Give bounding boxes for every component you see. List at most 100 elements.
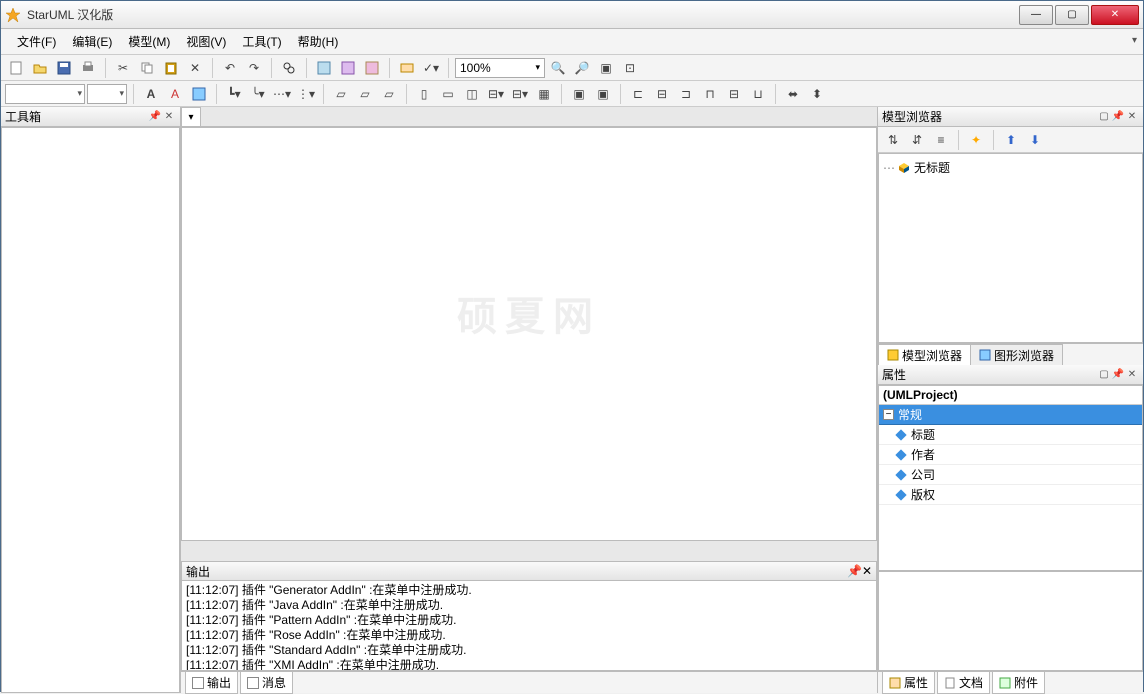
verify-button[interactable]: ✓▾ [420, 57, 442, 79]
diagram2-button[interactable] [337, 57, 359, 79]
output-close-icon[interactable]: ✕ [862, 564, 872, 578]
sort3-button[interactable]: ≡ [930, 129, 952, 151]
align-top-button[interactable]: ⊓ [699, 83, 721, 105]
print-button[interactable] [77, 57, 99, 79]
menu-view[interactable]: 视图(V) [178, 29, 234, 54]
line-style2-button[interactable]: ╰▾ [247, 83, 269, 105]
sort2-button[interactable]: ⇵ [906, 129, 928, 151]
tab-selector-icon[interactable]: ▾ [181, 107, 201, 127]
props-pin-icon[interactable]: 📌 [1111, 368, 1125, 382]
props-close-icon[interactable]: ✕ [1125, 368, 1139, 382]
visibility-combo[interactable]: ▾ [87, 84, 127, 104]
align-right-button[interactable]: ⊐ [675, 83, 697, 105]
tree-root-label: 无标题 [914, 159, 950, 176]
line-style3-button[interactable]: ⋯▾ [271, 83, 293, 105]
new-button[interactable] [5, 57, 27, 79]
diagram3-button[interactable] [361, 57, 383, 79]
toolbox-close-icon[interactable]: ✕ [162, 110, 176, 124]
minimize-button[interactable]: — [1019, 5, 1053, 25]
collapse-icon[interactable]: − [883, 409, 894, 420]
close-button[interactable]: ✕ [1091, 5, 1139, 25]
browser-maximize-icon[interactable]: ▢ [1097, 110, 1111, 124]
tab-model-browser[interactable]: 模型浏览器 [878, 344, 971, 365]
tab-docs[interactable]: 文档 [937, 671, 990, 694]
model-button[interactable] [396, 57, 418, 79]
group2-button[interactable]: ▣ [592, 83, 614, 105]
delete-button[interactable]: ✕ [184, 57, 206, 79]
dist-h-button[interactable]: ⬌ [782, 83, 804, 105]
prop-row-company[interactable]: 公司 [879, 465, 1142, 485]
cut-button[interactable]: ✂ [112, 57, 134, 79]
right-panel: 模型浏览器 ▢ 📌 ✕ ⇅ ⇵ ≡ ✦ ⬆ ⬇ ⋯ 无标题 模型浏览器 图形浏览… [877, 107, 1143, 693]
layout1-button[interactable]: ▯ [413, 83, 435, 105]
diagram-canvas[interactable]: 硕夏网 [181, 127, 877, 541]
dist-v-button[interactable]: ⬍ [806, 83, 828, 105]
browser-title: 模型浏览器 [882, 108, 1097, 125]
layout3-button[interactable]: ◫ [461, 83, 483, 105]
line-style4-button[interactable]: ⋮▾ [295, 83, 317, 105]
align-middle-button[interactable]: ⊟ [723, 83, 745, 105]
show1-button[interactable]: ▱ [330, 83, 352, 105]
stereotype-combo[interactable]: ▾ [5, 84, 85, 104]
toolbox-pin-icon[interactable]: 📌 [148, 110, 162, 124]
tab-messages[interactable]: 消息 [240, 671, 293, 694]
prop-row-title[interactable]: 标题 [879, 425, 1142, 445]
line-style1-button[interactable]: ┗▾ [223, 83, 245, 105]
props-grid[interactable]: (UMLProject) − 常规 标题 作者 公司 版权 [878, 385, 1143, 571]
show3-button[interactable]: ▱ [378, 83, 400, 105]
prop-row-copyright[interactable]: 版权 [879, 485, 1142, 505]
show2-button[interactable]: ▱ [354, 83, 376, 105]
menu-help[interactable]: 帮助(H) [290, 29, 347, 54]
align-left-button[interactable]: ⊏ [627, 83, 649, 105]
zoom-out-button[interactable]: 🔎 [571, 57, 593, 79]
props-type: (UMLProject) [879, 386, 1142, 405]
browser-close-icon[interactable]: ✕ [1125, 110, 1139, 124]
save-button[interactable] [53, 57, 75, 79]
layout4-button[interactable]: ⊟▾ [485, 83, 507, 105]
paste-button[interactable] [160, 57, 182, 79]
props-category[interactable]: − 常规 [879, 405, 1142, 425]
filter-button[interactable]: ✦ [965, 129, 987, 151]
browser-pin-icon[interactable]: 📌 [1111, 110, 1125, 124]
props-maximize-icon[interactable]: ▢ [1097, 368, 1111, 382]
font-button[interactable]: A [140, 83, 162, 105]
fill-color-button[interactable] [188, 83, 210, 105]
output-log[interactable]: [11:12:07] 插件 "Generator AddIn" :在菜单中注册成… [181, 581, 877, 671]
font-color-button[interactable]: A [164, 83, 186, 105]
menu-chevron-icon[interactable]: ▾ [1132, 35, 1137, 46]
output-pin-icon[interactable]: 📌 [847, 564, 862, 578]
layout2-button[interactable]: ▭ [437, 83, 459, 105]
tab-props[interactable]: 属性 [882, 671, 935, 694]
tree-root[interactable]: ⋯ 无标题 [883, 158, 1138, 177]
tab-attach[interactable]: 附件 [992, 671, 1045, 694]
tab-diagram-browser[interactable]: 图形浏览器 [970, 344, 1063, 365]
zoom-actual-button[interactable]: ⊡ [619, 57, 641, 79]
watermark: 硕夏网 [457, 284, 601, 342]
menu-tools[interactable]: 工具(T) [234, 29, 289, 54]
align-center-button[interactable]: ⊟ [651, 83, 673, 105]
zoom-select[interactable]: 100%▾ [455, 58, 545, 78]
model-tree[interactable]: ⋯ 无标题 [878, 153, 1143, 343]
maximize-button[interactable]: ▢ [1055, 5, 1089, 25]
zoom-in-button[interactable]: 🔍 [547, 57, 569, 79]
open-button[interactable] [29, 57, 51, 79]
menu-edit[interactable]: 编辑(E) [64, 29, 120, 54]
group1-button[interactable]: ▣ [568, 83, 590, 105]
align-bottom-button[interactable]: ⊔ [747, 83, 769, 105]
layout6-button[interactable]: ▦ [533, 83, 555, 105]
menu-model[interactable]: 模型(M) [120, 29, 178, 54]
layout5-button[interactable]: ⊟▾ [509, 83, 531, 105]
zoom-fit-button[interactable]: ▣ [595, 57, 617, 79]
tab-output[interactable]: 输出 [185, 671, 238, 694]
redo-button[interactable]: ↷ [243, 57, 265, 79]
copy-button[interactable] [136, 57, 158, 79]
down-button[interactable]: ⬇ [1024, 129, 1046, 151]
menu-file[interactable]: 文件(F) [9, 29, 64, 54]
prop-row-author[interactable]: 作者 [879, 445, 1142, 465]
find-button[interactable] [278, 57, 300, 79]
undo-button[interactable]: ↶ [219, 57, 241, 79]
diagram1-button[interactable] [313, 57, 335, 79]
up-button[interactable]: ⬆ [1000, 129, 1022, 151]
diamond-icon [895, 429, 906, 440]
sort1-button[interactable]: ⇅ [882, 129, 904, 151]
